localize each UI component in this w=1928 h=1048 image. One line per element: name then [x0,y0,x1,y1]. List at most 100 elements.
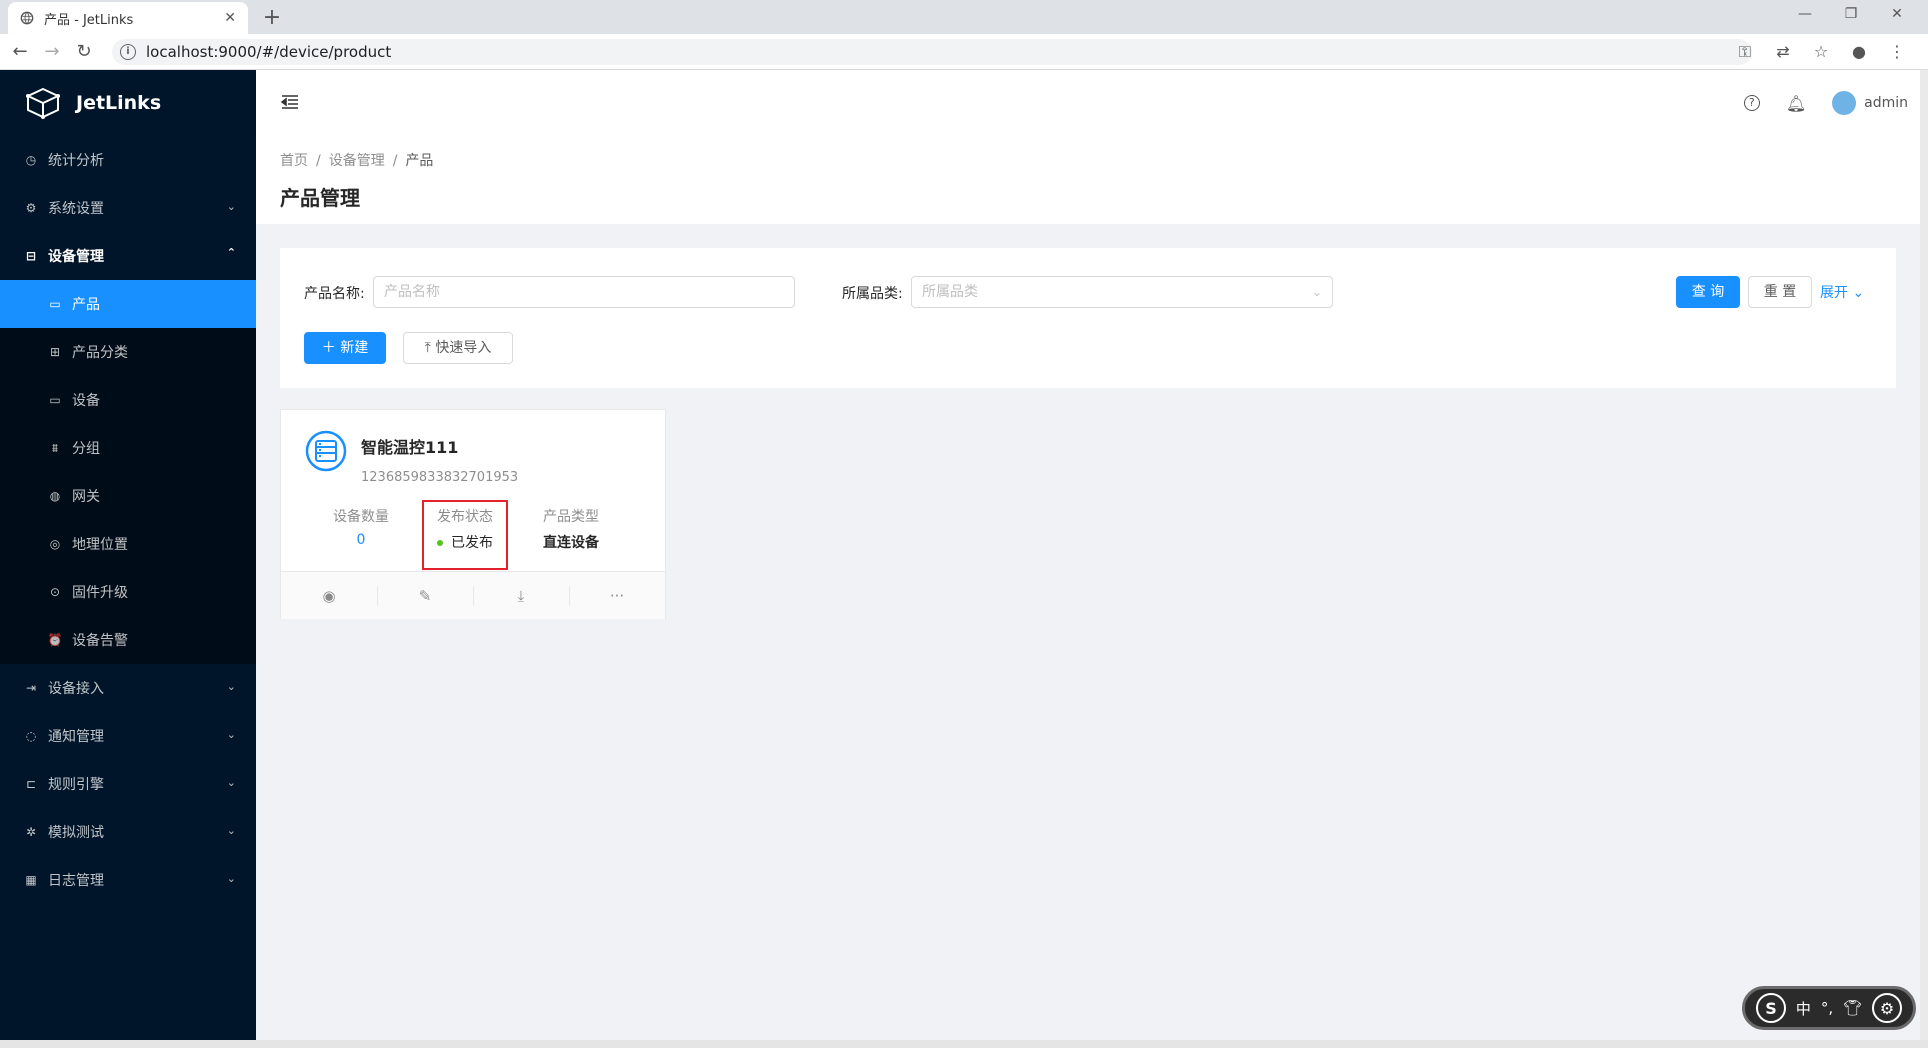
sidebar-item-label: 产品 [72,297,100,313]
skin-icon[interactable]: 👕︎ [1843,999,1862,1017]
username: admin [1864,95,1908,111]
ime-punct[interactable]: °, [1821,999,1833,1017]
address-icons: ⚿ ⇄ ☆ ● ⋮ [1734,40,1908,64]
star-icon[interactable]: ☆ [1810,40,1832,64]
sidebar-item-alarm[interactable]: ⏰ 设备告警 [0,616,256,664]
sidebar-item-product[interactable]: ▭ 产品 [0,280,256,328]
sidebar-item-group[interactable]: ⩩ 分组 [0,424,256,472]
chevron-down-icon: ⌄ [226,776,236,789]
sidebar-item-device-management[interactable]: ⊟ 设备管理 ⌃ [0,232,256,280]
edit-action[interactable]: ✎ [377,572,473,619]
product-name-label: 产品名称: [304,286,365,302]
back-icon[interactable]: ← [8,40,32,64]
sidebar-item-label: 系统设置 [48,201,104,217]
laptop-icon: ▭ [49,297,61,311]
download-action[interactable]: ⤓ [473,572,569,619]
minimize-icon[interactable]: — [1782,0,1828,30]
tab-title: 产品 - JetLinks [44,12,134,28]
sidebar-item-notification[interactable]: ◌ 通知管理 ⌄ [0,712,256,760]
cluster-icon: ⩩ [51,440,59,455]
sidebar-item-firmware[interactable]: ⊙ 固件升级 [0,568,256,616]
more-action[interactable]: ··· [569,572,665,619]
sidebar-item-location[interactable]: ◎ 地理位置 [0,520,256,568]
bell-icon[interactable]: 🔔︎ [1786,94,1806,113]
breadcrumb-device[interactable]: 设备管理 [329,153,385,169]
info-icon[interactable]: i [120,44,136,60]
gear-icon[interactable]: ⚙ [1871,993,1902,1023]
calendar-icon: ▦ [25,873,37,887]
product-name[interactable]: 智能温控111 [361,434,458,458]
reload-icon[interactable]: ↻ [72,40,96,64]
sidebar-item-label: 规则引擎 [48,777,104,793]
sidebar-item-label: 产品分类 [72,345,128,361]
translate-icon[interactable]: ⇄ [1772,40,1794,64]
help-icon[interactable]: ? [1743,95,1760,111]
device-submenu: ▭ 产品 ⊞ 产品分类 ▭ 设备 ⩩ 分组 ◍ 网关 ◎ 地理位置 ⊙ 固件升级… [0,280,256,664]
key-icon[interactable]: ⚿ [1734,40,1756,64]
window-close-icon[interactable]: ✕ [1874,0,1920,30]
top-header: ? 🔔︎ admin [256,70,1920,136]
browser-tab[interactable]: 产品 - JetLinks ✕ [8,2,248,34]
device-count-stat: 设备数量 0 [311,506,411,548]
sidebar-item-label: 设备 [72,393,100,409]
reset-button[interactable]: 重 置 [1748,276,1812,308]
sidebar-item-device[interactable]: ▭ 设备 [0,376,256,424]
horizontal-scrollbar[interactable] [0,1040,1928,1048]
breadcrumb: 首页 / 设备管理 / 产品 [280,153,434,169]
user-menu[interactable]: admin [1832,91,1908,115]
chevron-down-icon: ⌄ [226,872,236,885]
page-header: 首页 / 设备管理 / 产品 产品管理 [256,136,1920,224]
alarm-icon: ⏰ [47,633,63,647]
monitor-icon: ▭ [49,393,61,407]
device-count-label: 设备数量 [333,509,389,525]
url-input[interactable]: i localhost:9000/#/device/product [112,39,1752,65]
forward-icon[interactable]: → [40,40,64,64]
ime-toolbar[interactable]: S 中 °, 👕︎ ⚙ [1742,986,1916,1030]
logo-text: JetLinks [76,92,162,114]
sidebar-item-rule-engine[interactable]: ⊏ 规则引擎 ⌄ [0,760,256,808]
new-tab-button[interactable]: + [258,4,286,32]
logo[interactable]: JetLinks [0,70,256,136]
close-icon[interactable]: ✕ [224,10,236,26]
bug-icon: ✲ [25,825,37,839]
category-placeholder: 所属品类 [922,284,978,300]
product-card[interactable]: 智能温控111 1236859833832701953 设备数量 0 发布状态 … [280,409,666,619]
view-action[interactable]: ◉ [281,572,377,619]
sidebar-item-gateway[interactable]: ◍ 网关 [0,472,256,520]
chevron-down-icon: ⌄ [1852,285,1865,301]
vertical-scrollbar[interactable] [1920,70,1928,1040]
product-id: 1236859833832701953 [361,470,519,485]
sidebar-item-dashboard[interactable]: ◷ 统计分析 [0,136,256,184]
search-form: 产品名称: 产品名称 所属品类: 所属品类 ⌄ 查 询 重 置 展开 ⌄ ＋ 新… [280,248,1896,388]
sidebar-item-product-category[interactable]: ⊞ 产品分类 [0,328,256,376]
device-count-value[interactable]: 0 [311,532,411,548]
breadcrumb-home[interactable]: 首页 [280,153,308,169]
category-select[interactable]: 所属品类 ⌄ [911,276,1333,308]
more-icon[interactable]: ⋮ [1886,40,1908,64]
sogou-logo-icon[interactable]: S [1755,993,1786,1023]
product-type-stat: 产品类型 直连设备 [521,506,621,552]
sidebar-item-system[interactable]: ⚙ 系统设置 ⌄ [0,184,256,232]
upload-icon: ⤒ [424,340,431,356]
import-button[interactable]: ⤒ 快速导入 [403,332,513,364]
restore-icon[interactable]: ❐ [1828,0,1874,30]
query-button[interactable]: 查 询 [1676,276,1740,308]
gear-icon: ⚙ [25,201,37,215]
url-text: localhost:9000/#/device/product [146,43,392,61]
cube-logo-icon [26,87,60,119]
menu-fold-icon[interactable] [280,92,300,112]
sidebar-item-simulation[interactable]: ✲ 模拟测试 ⌄ [0,808,256,856]
sidebar-item-label: 日志管理 [48,873,104,889]
account-icon[interactable]: ● [1848,40,1870,64]
expand-link[interactable]: 展开 ⌄ [1820,282,1864,302]
product-type-value: 直连设备 [543,535,599,551]
header-actions: ? 🔔︎ admin [1743,70,1908,136]
ime-lang[interactable]: 中 [1796,998,1811,1019]
new-label: 新建 [340,340,369,356]
sidebar-item-logs[interactable]: ▦ 日志管理 ⌄ [0,856,256,904]
sidebar-item-device-access[interactable]: ⇥ 设备接入 ⌄ [0,664,256,712]
category-label: 所属品类: [842,286,903,302]
chevron-down-icon: ⌄ [226,200,236,213]
new-button[interactable]: ＋ 新建 [304,332,386,364]
product-name-input[interactable]: 产品名称 [373,276,795,308]
